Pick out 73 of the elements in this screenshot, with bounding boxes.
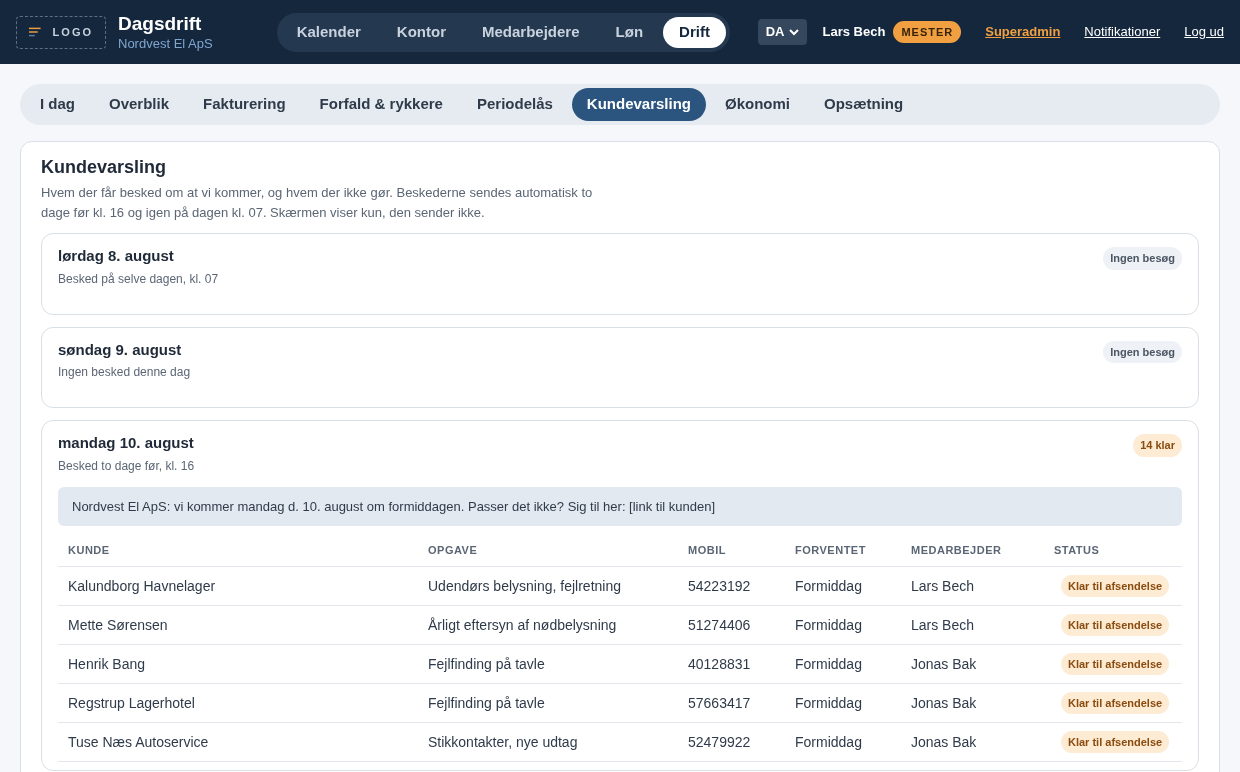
column-header: KUNDE (68, 542, 111, 558)
day-date: lørdag 8. august (58, 246, 175, 266)
table-cell-text: Stikkontakter, nye udtag (428, 732, 579, 752)
app-title: Dagsdrift (118, 12, 203, 36)
table-cell-text: Fejlfinding på tavle (428, 654, 546, 674)
section-tab[interactable]: Kundevarsling (571, 88, 706, 121)
table-cell-text: Lars Bech (911, 576, 976, 596)
user-name: Lars Bech (822, 23, 886, 42)
day-note: Ingen besked denne dag (58, 364, 191, 381)
table-cell-text: Formiddag (795, 654, 863, 674)
section-tab[interactable]: Økonomi (710, 88, 806, 121)
day-badge: Ingen besøg (1103, 247, 1182, 270)
chevron-down-icon (788, 28, 799, 36)
table-cell-text: Formiddag (795, 615, 863, 635)
header-link[interactable]: Log ud (1184, 22, 1224, 42)
table-cell-text: Formiddag (795, 576, 863, 596)
table-cell-text: Fejlfinding på tavle (428, 693, 546, 713)
header-link[interactable]: Notifikationer (1084, 22, 1161, 42)
logo[interactable]: LOGO (16, 15, 106, 49)
section-tab[interactable]: Periodelås (461, 88, 568, 121)
nav-tab[interactable]: Kalender (280, 16, 377, 48)
day-note: Besked to dage før, kl. 16 (58, 457, 195, 475)
nav-tab[interactable]: Løn (599, 16, 660, 48)
column-header: STATUS (1054, 542, 1100, 558)
table-cell-text: Jonas Bak (911, 693, 978, 713)
nav-tab[interactable]: Drift (663, 16, 726, 48)
day-badge: Ingen besøg (1103, 340, 1182, 363)
status-badge: Klar til afsendelse (1061, 691, 1170, 715)
column-header: MOBIL (688, 542, 727, 558)
table-cell-text: Årligt eftersyn af nødbelysning (428, 615, 618, 635)
table-cell-text: Kalundborg Havnelager (68, 576, 217, 596)
nav-tab[interactable]: Medarbejdere (466, 16, 596, 48)
language-select[interactable]: DA (757, 19, 807, 45)
panel-description: Hvem der får besked om at vi kommer, og hvem der ikke gør. Beskederne sendes automatisk to dage før kl. 16 og igen på dagen kl. 07. Skærmen viser kun, den sender ikke. (41, 184, 594, 222)
table-cell-text: 52479922 (688, 732, 752, 752)
table-cell-text: Formiddag (795, 732, 863, 752)
role-badge: MESTER (893, 20, 962, 44)
table-cell-text: 54223192 (688, 576, 752, 596)
section-tab[interactable]: I dag (25, 88, 90, 121)
status-badge: Klar til afsendelse (1061, 574, 1170, 598)
column-header: MEDARBEJDER (911, 542, 1003, 558)
table-cell-text: Formiddag (795, 693, 863, 713)
table-cell-text: Regstrup Lagerhotel (68, 693, 196, 713)
table-cell-text: Henrik Bang (68, 654, 147, 674)
table-cell-text: Tuse Næs Autoservice (68, 732, 210, 752)
table-cell-text: Udendørs belysning, fejlretning (428, 576, 622, 596)
section-tab[interactable]: Forfald & rykkere (304, 88, 458, 121)
table-cell-text: 51274406 (688, 615, 752, 635)
day-badge: 14 klar (1133, 434, 1182, 457)
header-link[interactable]: Superadmin (985, 22, 1061, 42)
day-date: søndag 9. august (58, 339, 183, 360)
section-tab[interactable]: Fakturering (188, 88, 301, 121)
column-header: FORVENTET (795, 542, 867, 558)
logo-text: LOGO (52, 24, 93, 40)
message-preview: Nordvest El ApS: vi kommer mandag d. 10. august om formiddagen. Passer det ikke? Sig til her: [link til kunden] (58, 486, 1182, 526)
table-cell-text: Jonas Bak (911, 732, 978, 752)
menu-icon (29, 26, 41, 38)
table-cell-text: Jonas Bak (911, 654, 978, 674)
status-badge: Klar til afsendelse (1061, 613, 1170, 637)
nav-tab[interactable]: Kontor (380, 16, 462, 48)
panel-title: Kundevarsling (41, 156, 168, 179)
company-name: Nordvest El ApS (118, 35, 213, 52)
status-badge: Klar til afsendelse (1061, 652, 1170, 676)
day-date: mandag 10. august (58, 433, 195, 453)
table-cell-text: Lars Bech (911, 615, 976, 635)
day-note: Besked på selve dagen, kl. 07 (58, 270, 219, 288)
status-badge: Klar til afsendelse (1061, 730, 1170, 754)
table-cell-text: 40128831 (688, 654, 752, 674)
section-tab[interactable]: Opsætning (809, 88, 919, 121)
table-cell-text: 57663417 (688, 693, 752, 713)
column-header: OPGAVE (428, 542, 479, 558)
table-cell-text: Mette Sørensen (68, 615, 169, 635)
section-tab[interactable]: Overblik (94, 88, 185, 121)
